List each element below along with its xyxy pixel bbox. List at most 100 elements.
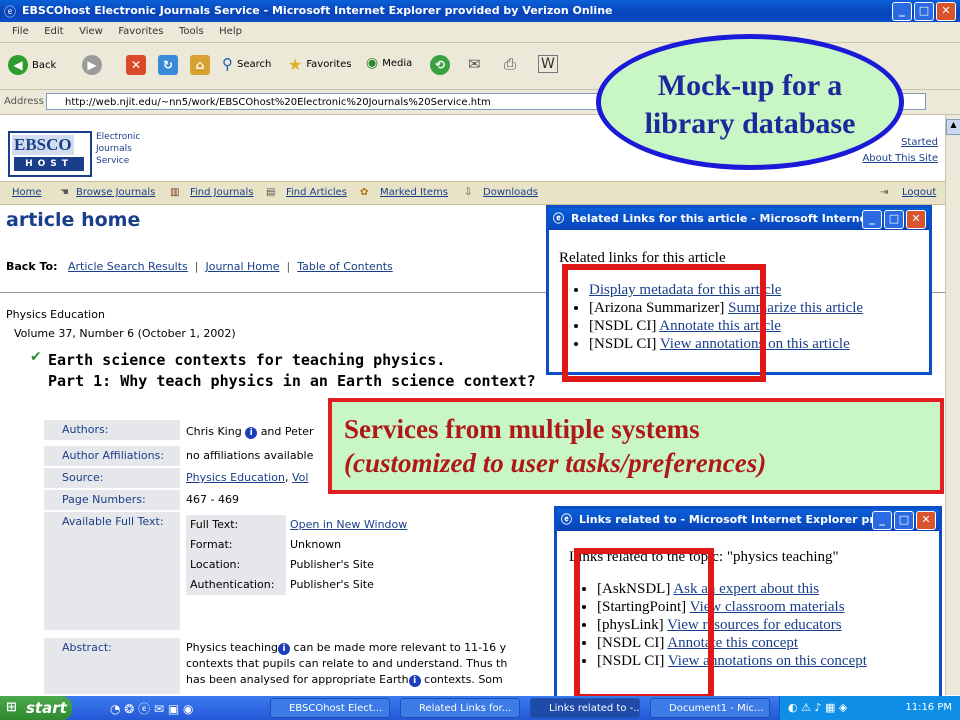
browse-icon: ☚	[60, 187, 69, 198]
media-icon: ◉	[366, 55, 379, 71]
mail-button[interactable]: ✉	[468, 55, 481, 73]
home-button[interactable]: ⌂	[190, 55, 210, 75]
history-icon: ⟲	[430, 55, 450, 75]
back-arrow-icon: ◀	[8, 55, 28, 75]
maximize-button[interactable]: □	[914, 2, 934, 21]
maximize-button[interactable]: □	[884, 210, 904, 229]
search-icon: ⚲	[222, 55, 233, 73]
menu-view[interactable]: View	[79, 26, 103, 37]
service-name: Electronic Journals Service	[96, 132, 141, 166]
back-link-table-of-contents[interactable]: Table of Contents	[297, 260, 393, 273]
forward-arrow-icon: ▶	[82, 55, 102, 75]
vertical-scrollbar[interactable]: ▲	[945, 115, 960, 695]
ie-icon: ⓔ	[4, 5, 17, 19]
back-link-journal-home[interactable]: Journal Home	[205, 260, 279, 273]
services-callout: Services from multiple systems (customiz…	[328, 398, 944, 494]
minimize-button[interactable]: _	[892, 2, 912, 21]
nav-home[interactable]: Home	[12, 187, 42, 198]
back-to-bar: Back To: Article Search Results | Journa…	[6, 260, 393, 273]
highlight-box-topic-services	[574, 548, 714, 700]
format-value: Unknown	[290, 538, 342, 551]
system-tray: ◐ ⚠ ♪ ▦ ◈ 11:16 PM	[779, 696, 960, 720]
downloads-icon: ⇩	[464, 187, 473, 198]
mail-icon: ✉	[468, 55, 481, 73]
authors-value: Chris King i and Peter	[186, 425, 314, 439]
authentication-key: Authentication:	[186, 575, 286, 595]
popup-titlebar[interactable]: ⓔ Related Links for this article - Micro…	[549, 208, 929, 230]
edit-button[interactable]: W	[538, 55, 558, 73]
close-button[interactable]: ✕	[936, 2, 956, 21]
task-related-links[interactable]: Related Links for...	[400, 698, 520, 718]
clock: 11:16 PM	[905, 702, 952, 713]
menu-edit[interactable]: Edit	[44, 26, 63, 37]
minimize-button[interactable]: _	[872, 511, 892, 530]
task-links-related[interactable]: Links related to -...	[530, 698, 640, 718]
nav-downloads[interactable]: Downloads	[483, 187, 538, 198]
ie-icon: ⓔ	[561, 513, 572, 526]
nav-browse-journals[interactable]: Browse Journals	[76, 187, 155, 198]
menu-help[interactable]: Help	[219, 26, 242, 37]
authors-label: Authors:	[44, 420, 180, 440]
back-link-search-results[interactable]: Article Search Results	[68, 260, 188, 273]
history-button[interactable]: ⟲	[430, 55, 450, 75]
print-button[interactable]: ⎙	[504, 55, 516, 73]
info-icon[interactable]: i	[245, 427, 258, 439]
format-key: Format:	[186, 535, 286, 555]
info-icon[interactable]: i	[278, 643, 291, 655]
nav-marked-items[interactable]: Marked Items	[380, 187, 448, 198]
scroll-up-icon[interactable]: ▲	[946, 119, 960, 135]
source-link[interactable]: Physics Education	[186, 471, 285, 484]
tray-icons[interactable]: ◐ ⚠ ♪ ▦ ◈	[788, 701, 847, 714]
mockup-callout: Mock-up for a library database	[596, 34, 904, 170]
affiliations-label: Author Affiliations:	[44, 446, 180, 466]
popup-titlebar[interactable]: ⓔ Links related to - Microsoft Internet …	[557, 509, 939, 531]
open-new-window-link[interactable]: Open in New Window	[290, 515, 407, 535]
ebsco-logo: EBSCO HOST	[8, 131, 92, 177]
media-button[interactable]: ◉ Media	[366, 55, 412, 71]
window-titlebar[interactable]: ⓔ EBSCOhost Electronic Journals Service …	[0, 0, 960, 22]
refresh-icon: ↻	[158, 55, 178, 75]
nav-find-journals[interactable]: Find Journals	[190, 187, 253, 198]
favorites-button[interactable]: ★ Favorites	[288, 55, 352, 74]
window-title: EBSCOhost Electronic Journals Service - …	[22, 4, 613, 17]
task-ebscohost[interactable]: EBSCOhost Elect...	[270, 698, 390, 718]
fulltext-label: Available Full Text:	[44, 512, 180, 630]
location-value: Publisher's Site	[290, 558, 374, 571]
menu-favorites[interactable]: Favorites	[118, 26, 163, 37]
info-icon[interactable]: i	[408, 675, 421, 687]
volume-info: Volume 37, Number 6 (October 1, 2002)	[14, 327, 236, 340]
search-button[interactable]: ⚲ Search	[222, 55, 271, 73]
minimize-button[interactable]: _	[862, 210, 882, 229]
close-button[interactable]: ✕	[916, 511, 936, 530]
location-key: Location:	[186, 555, 286, 575]
authentication-value: Publisher's Site	[290, 578, 374, 591]
journal-name: Physics Education	[6, 308, 105, 321]
start-button[interactable]: ⊞ start	[0, 696, 72, 720]
article-title: Earth science contexts for teaching phys…	[48, 351, 536, 390]
quicklaunch-icon[interactable]: ◔ ❂ ⓔ ✉ ▣ ◉	[110, 700, 193, 717]
nav-logout[interactable]: Logout	[902, 187, 936, 198]
stop-button[interactable]: ✕	[126, 55, 146, 75]
highlight-box-article-services	[562, 264, 766, 382]
refresh-button[interactable]: ↻	[158, 55, 178, 75]
menu-file[interactable]: File	[12, 26, 29, 37]
menu-tools[interactable]: Tools	[179, 26, 204, 37]
back-button[interactable]: ◀ Back	[8, 55, 56, 75]
fulltext-key: Full Text:	[186, 515, 286, 535]
started-link[interactable]: Started	[901, 137, 938, 148]
volume-link[interactable]: Vol	[292, 471, 308, 484]
source-label: Source:	[44, 468, 180, 488]
nav-find-articles[interactable]: Find Articles	[286, 187, 347, 198]
marked-items-icon: ✿	[360, 187, 369, 198]
about-link[interactable]: About This Site	[862, 153, 938, 164]
home-icon: ⌂	[190, 55, 210, 75]
windows-logo-icon: ⊞	[6, 700, 17, 715]
affiliations-value: no affiliations available	[186, 449, 314, 462]
articles-icon: ▤	[266, 187, 276, 198]
word-icon: W	[538, 55, 558, 73]
ie-icon: ⓔ	[553, 212, 564, 225]
maximize-button[interactable]: □	[894, 511, 914, 530]
forward-button[interactable]: ▶	[82, 55, 102, 75]
close-button[interactable]: ✕	[906, 210, 926, 229]
task-document1[interactable]: Document1 - Mic...	[650, 698, 770, 718]
